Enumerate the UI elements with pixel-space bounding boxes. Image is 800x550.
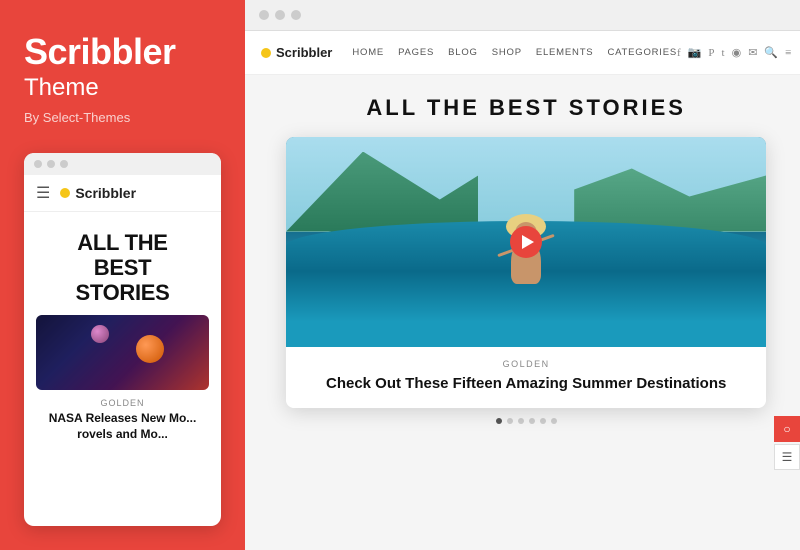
desktop-logo-dot — [261, 48, 271, 58]
slider-dots — [496, 418, 557, 424]
desktop-headline: ALL THE BEST STORIES — [366, 95, 686, 121]
floating-icon-2[interactable]: ☰ — [774, 444, 800, 470]
mobile-logo-dot — [60, 188, 70, 198]
desktop-nav: Scribbler HOME PAGES BLOG SHOP ELEMENTS … — [245, 31, 800, 75]
desktop-content: ALL THE BEST STORIES — [245, 75, 800, 550]
hero-image — [286, 137, 766, 347]
brand-by: By Select-Themes — [24, 110, 221, 125]
slider-dot-2[interactable] — [507, 418, 513, 424]
nav-link-pages[interactable]: PAGES — [398, 47, 434, 58]
mobile-titlebar — [24, 153, 221, 175]
pinterest-icon[interactable]: P — [708, 47, 714, 59]
menu-icon[interactable]: ≡ — [785, 47, 791, 59]
slide-title: Check Out These Fifteen Amazing Summer D… — [302, 374, 750, 394]
desktop-logo-text: Scribbler — [276, 45, 332, 60]
mobile-article-image — [36, 315, 209, 390]
nav-link-blog[interactable]: BLOG — [448, 47, 478, 58]
nav-link-shop[interactable]: SHOP — [492, 47, 522, 58]
left-panel: Scribbler Theme By Select-Themes ☰ Scrib… — [0, 0, 245, 550]
hamburger-icon[interactable]: ☰ — [36, 183, 50, 203]
mobile-logo-text: Scribbler — [75, 185, 136, 201]
desktop-nav-links: HOME PAGES BLOG SHOP ELEMENTS CATEGORIES — [352, 47, 677, 58]
rss-icon[interactable]: ◉ — [732, 46, 742, 59]
floating-icons: ○ ☰ — [774, 416, 800, 470]
play-button[interactable] — [510, 226, 542, 258]
desktop-window: Scribbler HOME PAGES BLOG SHOP ELEMENTS … — [245, 0, 800, 550]
desktop-nav-icons: f 📷 P t ◉ ✉ 🔍 ≡ — [677, 46, 791, 59]
desktop-logo: Scribbler — [261, 45, 332, 60]
mobile-article-label: GOLDEN — [24, 398, 221, 408]
hero-slider[interactable]: GOLDEN Check Out These Fifteen Amazing S… — [286, 137, 766, 408]
slider-dot-4[interactable] — [529, 418, 535, 424]
instagram-icon[interactable]: 📷 — [688, 46, 702, 59]
slider-dot-3[interactable] — [518, 418, 524, 424]
mobile-mockup: ☰ Scribbler ALL THE BEST STORIES GOLDEN … — [24, 153, 221, 526]
facebook-icon[interactable]: f — [677, 47, 681, 59]
nav-link-categories[interactable]: CATEGORIES — [607, 47, 677, 58]
floating-icon-symbol-1: ○ — [783, 422, 790, 437]
floating-icon-1[interactable]: ○ — [774, 416, 800, 442]
brand-subtitle: Theme — [24, 74, 221, 102]
mobile-logo: Scribbler — [60, 185, 136, 201]
slide-tag: GOLDEN — [302, 359, 750, 369]
mail-icon[interactable]: ✉ — [748, 46, 757, 59]
desktop-titlebar — [245, 0, 800, 31]
brand-title: Scribbler — [24, 32, 221, 72]
slider-dot-5[interactable] — [540, 418, 546, 424]
titlebar-dot-3 — [291, 10, 301, 20]
slider-dot-6[interactable] — [551, 418, 557, 424]
mobile-headline: ALL THE BEST STORIES — [38, 230, 207, 306]
titlebar-dot-2 — [275, 10, 285, 20]
slide-caption: GOLDEN Check Out These Fifteen Amazing S… — [286, 347, 766, 408]
mobile-nav: ☰ Scribbler — [24, 175, 221, 212]
right-panel: Scribbler HOME PAGES BLOG SHOP ELEMENTS … — [245, 0, 800, 550]
mobile-dot-2 — [47, 160, 55, 168]
play-icon — [522, 235, 534, 249]
titlebar-dot-1 — [259, 10, 269, 20]
floating-icon-symbol-2: ☰ — [782, 450, 793, 465]
tumblr-icon[interactable]: t — [722, 47, 725, 59]
search-icon[interactable]: 🔍 — [764, 46, 778, 59]
mobile-dot-1 — [34, 160, 42, 168]
slider-dot-1[interactable] — [496, 418, 502, 424]
mobile-dot-3 — [60, 160, 68, 168]
mobile-hero-text: ALL THE BEST STORIES — [24, 212, 221, 316]
mobile-article-title: NASA Releases New Mo... rovels and Mo... — [36, 411, 209, 442]
nav-link-home[interactable]: HOME — [352, 47, 384, 58]
nav-link-elements[interactable]: ELEMENTS — [536, 47, 594, 58]
